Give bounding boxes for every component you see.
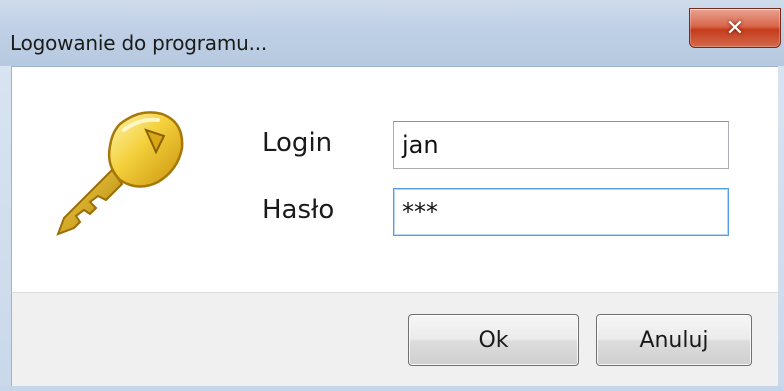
- password-label: Hasło: [262, 195, 335, 225]
- close-icon: ✕: [725, 15, 745, 41]
- key-icon: [56, 111, 184, 236]
- login-dialog: Logowanie do programu... ✕ Login jan Has…: [0, 0, 784, 391]
- ok-button[interactable]: Ok: [408, 314, 579, 366]
- window-bottom-border: [0, 386, 784, 391]
- cancel-button[interactable]: Anuluj: [596, 314, 752, 366]
- password-input[interactable]: ***: [393, 188, 729, 236]
- login-label: Login: [262, 128, 333, 158]
- window-title: Logowanie do programu...: [10, 31, 268, 55]
- title-bar[interactable]: Logowanie do programu... ✕: [0, 0, 784, 66]
- close-button[interactable]: ✕: [689, 8, 781, 48]
- login-input[interactable]: jan: [393, 121, 729, 169]
